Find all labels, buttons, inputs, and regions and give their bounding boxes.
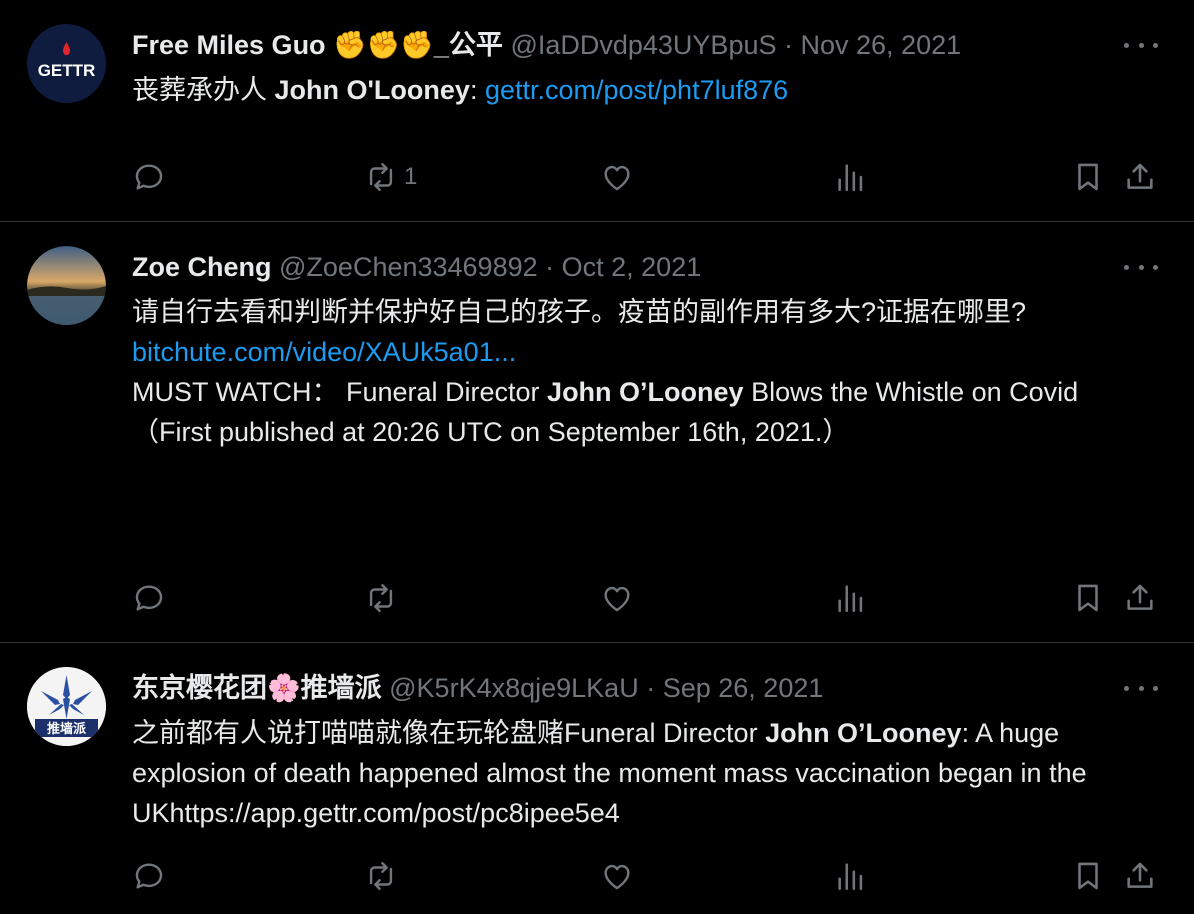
landscape-photo-avatar — [27, 246, 106, 325]
display-name[interactable]: Zoe Cheng — [132, 252, 272, 282]
text-segment: 丧葬承办人 — [132, 75, 275, 105]
reply-button[interactable] — [132, 856, 166, 896]
share-button[interactable] — [1123, 856, 1157, 896]
more-icon[interactable] — [1124, 35, 1158, 55]
reply-icon — [135, 863, 163, 889]
views-button[interactable] — [834, 157, 868, 197]
retweet-button[interactable]: 1 — [364, 157, 417, 197]
avatar[interactable] — [27, 246, 106, 325]
avatar[interactable]: 推墙派 — [27, 667, 106, 746]
text-segment: : — [469, 75, 485, 105]
text-segment: Blows the Whistle on Covid — [743, 377, 1079, 407]
bookmark-button[interactable] — [1071, 578, 1105, 618]
retweet-count: 1 — [404, 163, 418, 190]
text-line: MUST WATCH： Funeral Director John O’Loon… — [132, 372, 1142, 412]
bold-text: John O’Looney — [547, 377, 744, 407]
svg-text:GETTR: GETTR — [38, 61, 96, 80]
bookmark-button[interactable] — [1071, 856, 1105, 896]
separator-dot: · — [784, 30, 801, 60]
share-icon — [1127, 163, 1153, 189]
tweet[interactable]: 推墙派 东京樱花团🌸推墙派 @K5rK4x8qje9LKaU · Sep 26,… — [0, 643, 1194, 914]
handle[interactable]: @K5rK4x8qje9LKaU — [389, 673, 639, 703]
retweet-icon — [369, 163, 393, 191]
tweet-text: 之前都有人说打喵喵就像在玩轮盘赌Funeral Director John O’… — [132, 713, 1132, 833]
handle[interactable]: @ZoeChen33469892 — [279, 252, 538, 282]
views-button[interactable] — [834, 578, 868, 618]
tweet-meta: Free Miles Guo ✊✊✊_公平 @IaDDvdp43UYBpuS ·… — [132, 28, 961, 62]
bookmark-icon — [1078, 862, 1098, 890]
more-icon[interactable] — [1124, 678, 1158, 698]
analytics-icon — [838, 585, 863, 613]
reply-button[interactable] — [132, 157, 166, 197]
text-segment: 之前都有人说打喵喵就像在玩轮盘赌Funeral Director — [132, 718, 766, 748]
action-bar — [0, 856, 1194, 896]
retweet-icon — [369, 584, 393, 612]
bookmark-icon — [1078, 584, 1098, 612]
reply-icon — [135, 164, 163, 190]
share-button[interactable] — [1123, 578, 1157, 618]
timestamp[interactable]: Oct 2, 2021 — [562, 252, 702, 282]
video-link[interactable]: bitchute.com/video/XAUk5a01... — [132, 332, 1142, 372]
bookmark-button[interactable] — [1071, 157, 1105, 197]
separator-dot: · — [646, 673, 663, 703]
tweet[interactable]: GETTR Free Miles Guo ✊✊✊_公平 @IaDDvdp43UY… — [0, 0, 1194, 221]
display-name[interactable]: 东京樱花团🌸推墙派 — [132, 673, 382, 703]
heart-icon — [604, 586, 630, 612]
tweet-meta: 东京樱花团🌸推墙派 @K5rK4x8qje9LKaU · Sep 26, 202… — [132, 671, 823, 705]
gettr-logo-icon: GETTR — [27, 24, 106, 103]
reply-button[interactable] — [132, 578, 166, 618]
text-line: 请自行去看和判断并保护好自己的孩子。疫苗的副作用有多大?证据在哪里? — [132, 297, 1027, 327]
post-link[interactable]: gettr.com/post/pht7luf876 — [485, 75, 788, 105]
share-icon — [1127, 584, 1153, 610]
heart-icon — [604, 864, 630, 890]
snowflake-logo-avatar: 推墙派 — [27, 667, 106, 746]
heart-icon — [604, 165, 630, 191]
bookmark-icon — [1078, 163, 1098, 191]
timestamp[interactable]: Nov 26, 2021 — [801, 30, 962, 60]
like-button[interactable] — [600, 856, 634, 896]
action-bar — [0, 578, 1194, 618]
svg-text:推墙派: 推墙派 — [47, 721, 87, 737]
like-button[interactable] — [600, 578, 634, 618]
analytics-icon — [838, 863, 863, 891]
like-button[interactable] — [600, 157, 634, 197]
share-icon — [1127, 862, 1153, 888]
tweet-meta: Zoe Cheng @ZoeChen33469892 · Oct 2, 2021 — [132, 250, 701, 284]
more-icon[interactable] — [1124, 257, 1158, 277]
text-line: （First published at 20:26 UTC on Septemb… — [132, 417, 850, 447]
bold-text: John O'Looney — [274, 75, 470, 105]
action-bar: 1 — [0, 157, 1194, 197]
tweet-text: 丧葬承办人 John O'Looney: gettr.com/post/pht7… — [132, 70, 1142, 110]
bold-text: John O’Looney — [765, 718, 962, 748]
share-button[interactable] — [1123, 157, 1157, 197]
handle[interactable]: @IaDDvdp43UYBpuS — [510, 30, 776, 60]
views-button[interactable] — [834, 856, 868, 896]
retweet-button[interactable] — [364, 856, 398, 896]
text-segment: MUST WATCH： Funeral Director — [132, 377, 548, 407]
tweet-text: 请自行去看和判断并保护好自己的孩子。疫苗的副作用有多大?证据在哪里? bitch… — [132, 292, 1142, 452]
reply-icon — [135, 585, 163, 611]
display-name[interactable]: Free Miles Guo ✊✊✊_公平 — [132, 30, 503, 60]
analytics-icon — [838, 164, 863, 192]
retweet-button[interactable] — [364, 578, 398, 618]
avatar[interactable]: GETTR — [27, 24, 106, 103]
separator-dot: · — [545, 252, 562, 282]
retweet-icon — [369, 862, 393, 890]
timestamp[interactable]: Sep 26, 2021 — [663, 673, 824, 703]
tweet[interactable]: Zoe Cheng @ZoeChen33469892 · Oct 2, 2021… — [0, 222, 1194, 642]
